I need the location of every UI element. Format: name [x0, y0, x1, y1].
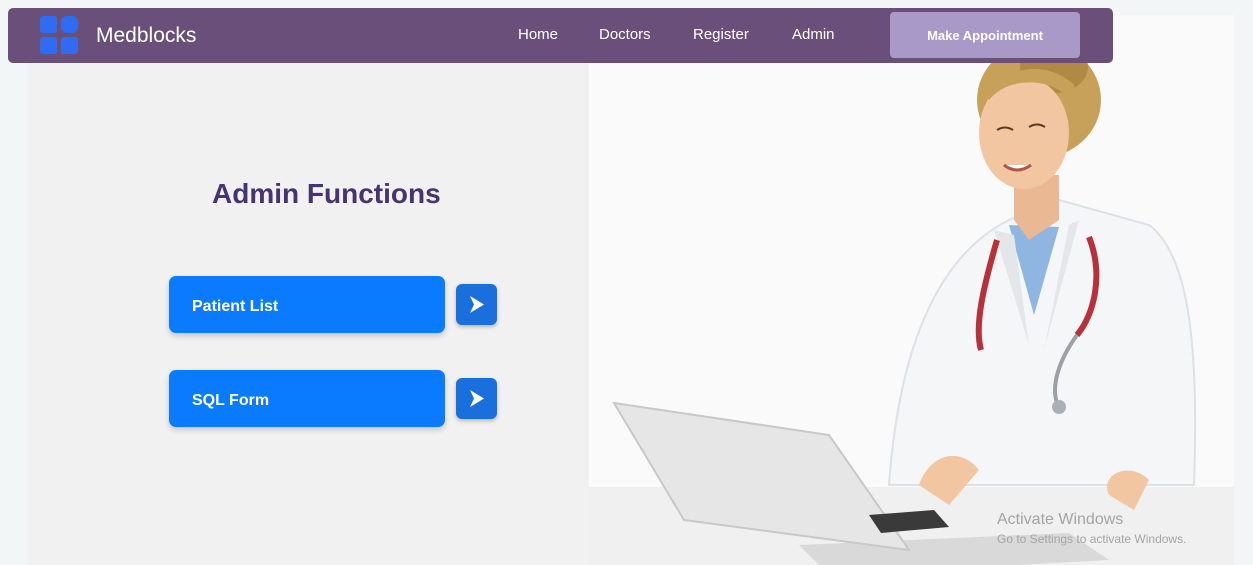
activate-windows-subtitle: Go to Settings to activate Windows. [997, 532, 1187, 546]
sql-form-arrow-button[interactable] [456, 378, 497, 419]
page-title: Admin Functions [212, 178, 441, 209]
nav-link-admin[interactable]: Admin [792, 26, 835, 44]
top-navbar: Medblocks Home Doctors Register Admin Ma… [8, 8, 1113, 63]
nav-link-home[interactable]: Home [518, 26, 558, 44]
patient-list-arrow-button[interactable] [456, 284, 497, 325]
doctor-illustration [589, 41, 1234, 565]
sql-form-button[interactable]: SQL Form [169, 370, 445, 427]
nav-link-doctors[interactable]: Doctors [599, 26, 651, 44]
make-appointment-button[interactable]: Make Appointment [890, 12, 1080, 58]
activate-windows-title: Activate Windows [997, 511, 1124, 528]
chevron-right-icon [470, 296, 484, 313]
hero-doctor-image [589, 15, 1234, 565]
chevron-right-icon [470, 390, 484, 407]
patient-list-button[interactable]: Patient List [169, 276, 445, 333]
medblocks-logo-icon[interactable] [40, 16, 80, 56]
nav-link-register[interactable]: Register [693, 26, 749, 44]
brand-name[interactable]: Medblocks [96, 23, 196, 49]
